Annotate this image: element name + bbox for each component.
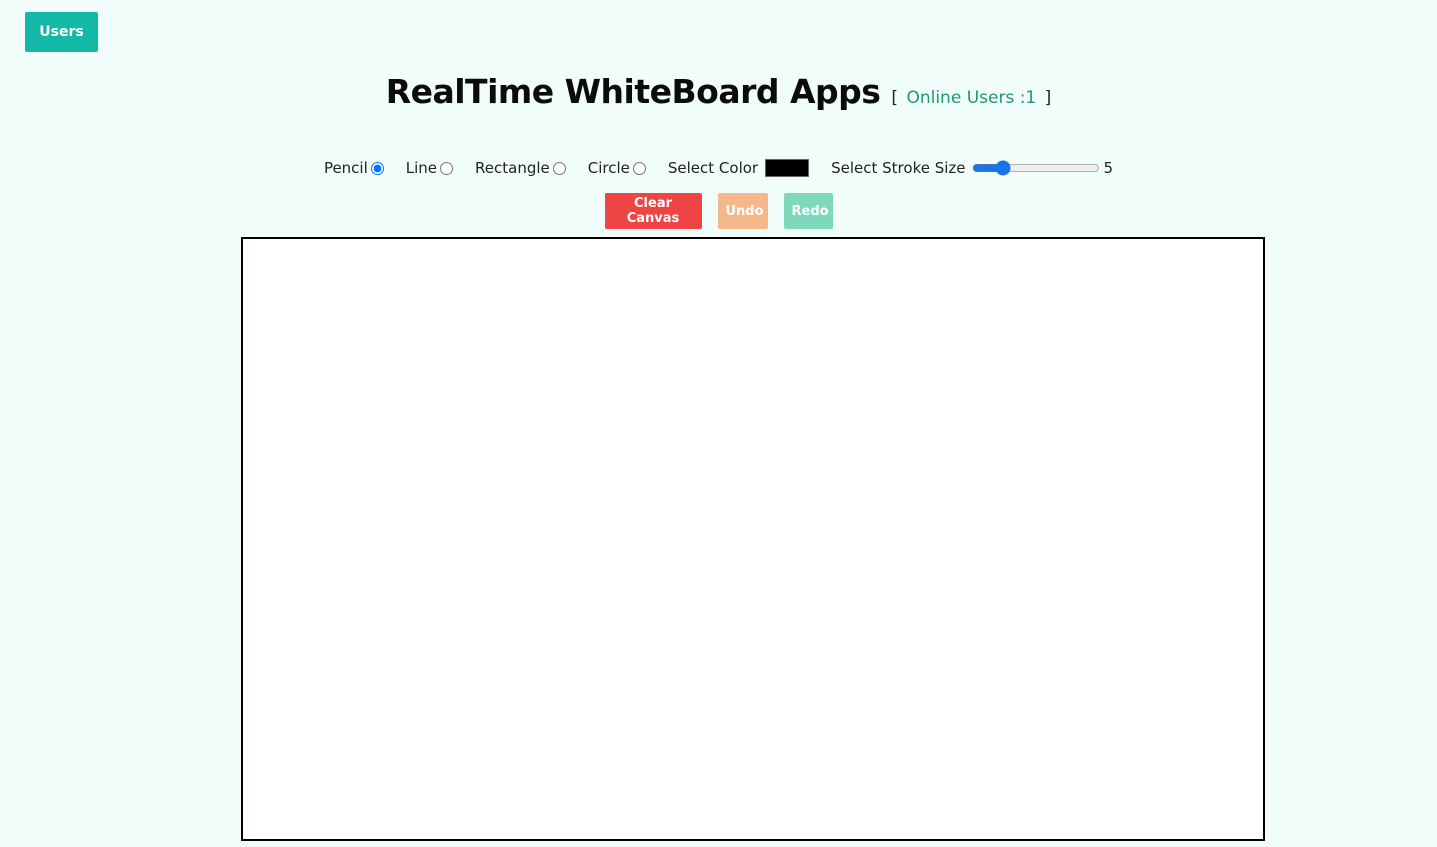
tool-pencil[interactable]: Pencil xyxy=(324,159,384,177)
stroke-size-group: Select Stroke Size 5 xyxy=(831,159,1113,177)
color-label: Select Color xyxy=(667,159,759,177)
tool-circle-radio[interactable] xyxy=(632,161,646,175)
online-close-bracket: ] xyxy=(1044,88,1052,108)
tool-line-label: Line xyxy=(405,159,438,177)
color-picker-group: Select Color xyxy=(667,159,810,177)
tool-line-radio[interactable] xyxy=(440,161,454,175)
tool-rectangle-radio[interactable] xyxy=(552,161,566,175)
undo-button[interactable]: Undo xyxy=(717,193,768,229)
color-picker[interactable] xyxy=(765,159,810,177)
stroke-size-value: 5 xyxy=(1103,159,1114,177)
page-title: RealTime WhiteBoard Apps xyxy=(385,72,881,111)
tool-line[interactable]: Line xyxy=(405,159,454,177)
stroke-size-slider[interactable] xyxy=(971,160,1100,176)
users-button[interactable]: Users xyxy=(25,12,98,52)
tool-circle-label: Circle xyxy=(587,159,630,177)
tool-rectangle-label: Rectangle xyxy=(475,159,550,177)
tool-pencil-label: Pencil xyxy=(323,159,368,177)
drawing-toolbar: Pencil Line Rectangle Circle Select Colo… xyxy=(0,156,1437,180)
online-open-bracket: [ xyxy=(891,88,899,108)
tool-rectangle[interactable]: Rectangle xyxy=(475,159,566,177)
stroke-size-label: Select Stroke Size xyxy=(831,159,966,177)
online-users-indicator: [ Online Users :1 ] xyxy=(891,88,1051,108)
tool-circle[interactable]: Circle xyxy=(588,159,646,177)
tool-pencil-radio[interactable] xyxy=(370,161,384,175)
online-users-count: Online Users :1 xyxy=(906,88,1037,108)
header: RealTime WhiteBoard Apps [ Online Users … xyxy=(0,72,1437,128)
clear-canvas-button[interactable]: Clear Canvas xyxy=(604,193,702,229)
action-buttons: Clear Canvas Undo Redo xyxy=(0,193,1437,229)
whiteboard-canvas[interactable] xyxy=(241,237,1265,841)
redo-button[interactable]: Redo xyxy=(783,193,833,229)
